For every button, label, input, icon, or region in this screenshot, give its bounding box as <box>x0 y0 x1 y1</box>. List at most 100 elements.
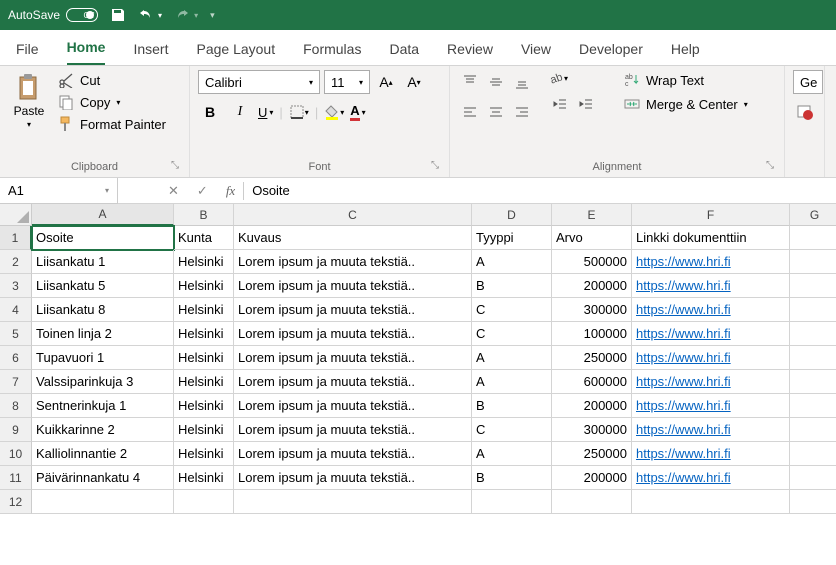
row-header-3[interactable]: 3 <box>0 274 32 298</box>
cell[interactable] <box>472 490 552 514</box>
orientation-button[interactable]: ab▾ <box>548 70 568 86</box>
font-size-combo[interactable]: 11▾ <box>324 70 370 94</box>
cell[interactable]: B <box>472 274 552 298</box>
col-header-c[interactable]: C <box>234 204 472 226</box>
accounting-format-button[interactable] <box>793 100 817 124</box>
format-painter-button[interactable]: Format Painter <box>58 116 166 132</box>
cell[interactable]: Lorem ipsum ja muuta tekstiä.. <box>234 274 472 298</box>
cell[interactable]: A <box>472 370 552 394</box>
cell[interactable]: Valssiparinkuja 3 <box>32 370 174 394</box>
select-all-corner[interactable] <box>0 204 32 226</box>
formula-input[interactable]: Osoite <box>244 183 298 198</box>
col-header-a[interactable]: A <box>32 204 174 226</box>
col-header-g[interactable]: G <box>790 204 836 226</box>
cell[interactable]: Helsinki <box>174 394 234 418</box>
redo-button[interactable]: ▾ <box>174 7 198 23</box>
cell[interactable]: https://www.hri.fi <box>632 322 790 346</box>
align-center-button[interactable] <box>484 100 508 124</box>
cell[interactable]: https://www.hri.fi <box>632 418 790 442</box>
cell[interactable]: Lorem ipsum ja muuta tekstiä.. <box>234 370 472 394</box>
cell[interactable]: Helsinki <box>174 370 234 394</box>
qat-customize[interactable]: ▾ <box>210 10 215 21</box>
cell[interactable] <box>632 490 790 514</box>
wrap-text-button[interactable]: abc Wrap Text <box>620 70 752 90</box>
cell[interactable]: Liisankatu 8 <box>32 298 174 322</box>
cell[interactable]: Helsinki <box>174 418 234 442</box>
increase-indent-button[interactable] <box>574 92 598 116</box>
col-header-f[interactable]: F <box>632 204 790 226</box>
cell[interactable]: A <box>472 346 552 370</box>
cell[interactable]: B <box>472 394 552 418</box>
enter-formula-button[interactable]: ✓ <box>197 183 208 199</box>
cell-f1[interactable]: Linkki dokumenttiin <box>632 226 790 250</box>
tab-review[interactable]: Review <box>447 33 493 65</box>
tab-formulas[interactable]: Formulas <box>303 33 361 65</box>
underline-button[interactable]: U▾ <box>258 105 273 120</box>
cell[interactable] <box>790 418 836 442</box>
increase-font-button[interactable]: A▴ <box>374 70 398 94</box>
cell[interactable]: Tupavuori 1 <box>32 346 174 370</box>
cell[interactable] <box>790 370 836 394</box>
cell[interactable]: https://www.hri.fi <box>632 274 790 298</box>
borders-button[interactable]: ▾ <box>289 104 309 120</box>
align-bottom-button[interactable] <box>510 70 534 94</box>
paste-button[interactable]: Paste ▾ <box>8 70 50 159</box>
col-header-d[interactable]: D <box>472 204 552 226</box>
cell[interactable]: C <box>472 298 552 322</box>
cell[interactable]: Kalliolinnantie 2 <box>32 442 174 466</box>
cell[interactable]: Lorem ipsum ja muuta tekstiä.. <box>234 250 472 274</box>
decrease-font-button[interactable]: A▾ <box>402 70 426 94</box>
cell[interactable]: 200000 <box>552 394 632 418</box>
clipboard-launcher[interactable]: ⤡ <box>169 160 181 172</box>
autosave-toggle[interactable]: AutoSave Off <box>8 8 98 22</box>
align-right-button[interactable] <box>510 100 534 124</box>
row-header-6[interactable]: 6 <box>0 346 32 370</box>
col-header-e[interactable]: E <box>552 204 632 226</box>
cell[interactable] <box>790 250 836 274</box>
tab-data[interactable]: Data <box>389 33 419 65</box>
cell[interactable]: Helsinki <box>174 346 234 370</box>
cell[interactable]: C <box>472 322 552 346</box>
row-header-10[interactable]: 10 <box>0 442 32 466</box>
cell[interactable]: https://www.hri.fi <box>632 466 790 490</box>
row-header-7[interactable]: 7 <box>0 370 32 394</box>
cell[interactable]: Helsinki <box>174 466 234 490</box>
row-header-1[interactable]: 1 <box>0 226 32 250</box>
cancel-formula-button[interactable]: ✕ <box>168 183 179 199</box>
cell[interactable]: Helsinki <box>174 274 234 298</box>
cell[interactable]: https://www.hri.fi <box>632 442 790 466</box>
align-middle-button[interactable] <box>484 70 508 94</box>
alignment-launcher[interactable]: ⤡ <box>764 160 776 172</box>
cell[interactable]: Liisankatu 5 <box>32 274 174 298</box>
fx-button[interactable]: fx <box>218 183 243 199</box>
decrease-indent-button[interactable] <box>548 92 572 116</box>
tab-home[interactable]: Home <box>67 31 106 65</box>
row-header-5[interactable]: 5 <box>0 322 32 346</box>
cell[interactable] <box>552 490 632 514</box>
merge-center-button[interactable]: Merge & Center ▾ <box>620 94 752 114</box>
cell[interactable]: https://www.hri.fi <box>632 370 790 394</box>
fill-color-button[interactable]: ▾ <box>324 104 344 120</box>
font-color-button[interactable]: A▾ <box>350 103 365 121</box>
cell[interactable]: 200000 <box>552 274 632 298</box>
row-header-12[interactable]: 12 <box>0 490 32 514</box>
cell[interactable] <box>174 490 234 514</box>
cell[interactable]: https://www.hri.fi <box>632 250 790 274</box>
cell[interactable]: Helsinki <box>174 250 234 274</box>
cell[interactable] <box>790 466 836 490</box>
italic-button[interactable]: I <box>228 100 252 124</box>
name-box[interactable]: A1▾ <box>0 178 118 204</box>
cell[interactable]: 500000 <box>552 250 632 274</box>
cell[interactable]: A <box>472 250 552 274</box>
cell[interactable]: Lorem ipsum ja muuta tekstiä.. <box>234 466 472 490</box>
cell[interactable]: Helsinki <box>174 298 234 322</box>
cell[interactable]: Lorem ipsum ja muuta tekstiä.. <box>234 298 472 322</box>
cell[interactable]: 600000 <box>552 370 632 394</box>
cell[interactable] <box>32 490 174 514</box>
cell-d1[interactable]: Tyyppi <box>472 226 552 250</box>
cut-button[interactable]: Cut <box>58 72 166 88</box>
cell-e1[interactable]: Arvo <box>552 226 632 250</box>
tab-page-layout[interactable]: Page Layout <box>196 33 275 65</box>
cell[interactable] <box>790 394 836 418</box>
cell[interactable]: 250000 <box>552 442 632 466</box>
